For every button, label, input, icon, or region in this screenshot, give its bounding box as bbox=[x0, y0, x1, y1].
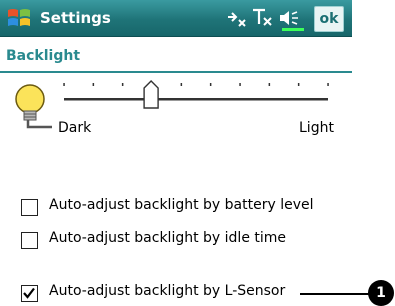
slider-tick bbox=[92, 83, 95, 86]
windows-flag-icon[interactable] bbox=[6, 5, 32, 31]
callout-marker: 1 bbox=[368, 280, 394, 306]
slider-tick bbox=[63, 83, 65, 86]
slider-tick bbox=[268, 83, 271, 86]
slider-tick bbox=[180, 83, 183, 86]
slider-tick bbox=[121, 83, 124, 86]
page-title: Backlight bbox=[6, 48, 81, 64]
idle-time-label[interactable]: Auto-adjust backlight by idle time bbox=[49, 230, 286, 246]
battery-level-label[interactable]: Auto-adjust backlight by battery level bbox=[49, 197, 314, 213]
title-bar: Settings ok bbox=[0, 0, 352, 37]
brightness-slider[interactable] bbox=[60, 80, 332, 118]
slider-thumb[interactable] bbox=[143, 80, 159, 109]
slider-tick bbox=[239, 83, 241, 86]
idle-time-checkbox[interactable] bbox=[21, 232, 38, 249]
l-sensor-label[interactable]: Auto-adjust backlight by L-Sensor bbox=[49, 283, 285, 299]
slider-tick bbox=[297, 83, 300, 86]
signal-off-icon[interactable] bbox=[252, 8, 274, 28]
slider-tick bbox=[327, 83, 329, 86]
ok-button[interactable]: ok bbox=[314, 6, 344, 32]
light-bulb-icon bbox=[15, 84, 52, 129]
slider-ticks bbox=[63, 83, 329, 86]
battery-bar bbox=[282, 28, 304, 31]
callout-line bbox=[300, 293, 372, 295]
l-sensor-checkbox[interactable] bbox=[21, 285, 38, 302]
checkmark-icon bbox=[23, 287, 35, 299]
battery-level-checkbox[interactable] bbox=[21, 199, 38, 216]
heading-divider bbox=[0, 71, 352, 73]
slider-tick bbox=[209, 83, 212, 86]
brightness-min-label: Dark bbox=[58, 120, 92, 136]
brightness-max-label: Light bbox=[299, 120, 334, 136]
network-icon[interactable] bbox=[226, 8, 248, 28]
slider-track bbox=[64, 98, 328, 101]
speaker-icon[interactable] bbox=[278, 8, 300, 28]
window-title: Settings bbox=[40, 9, 111, 27]
